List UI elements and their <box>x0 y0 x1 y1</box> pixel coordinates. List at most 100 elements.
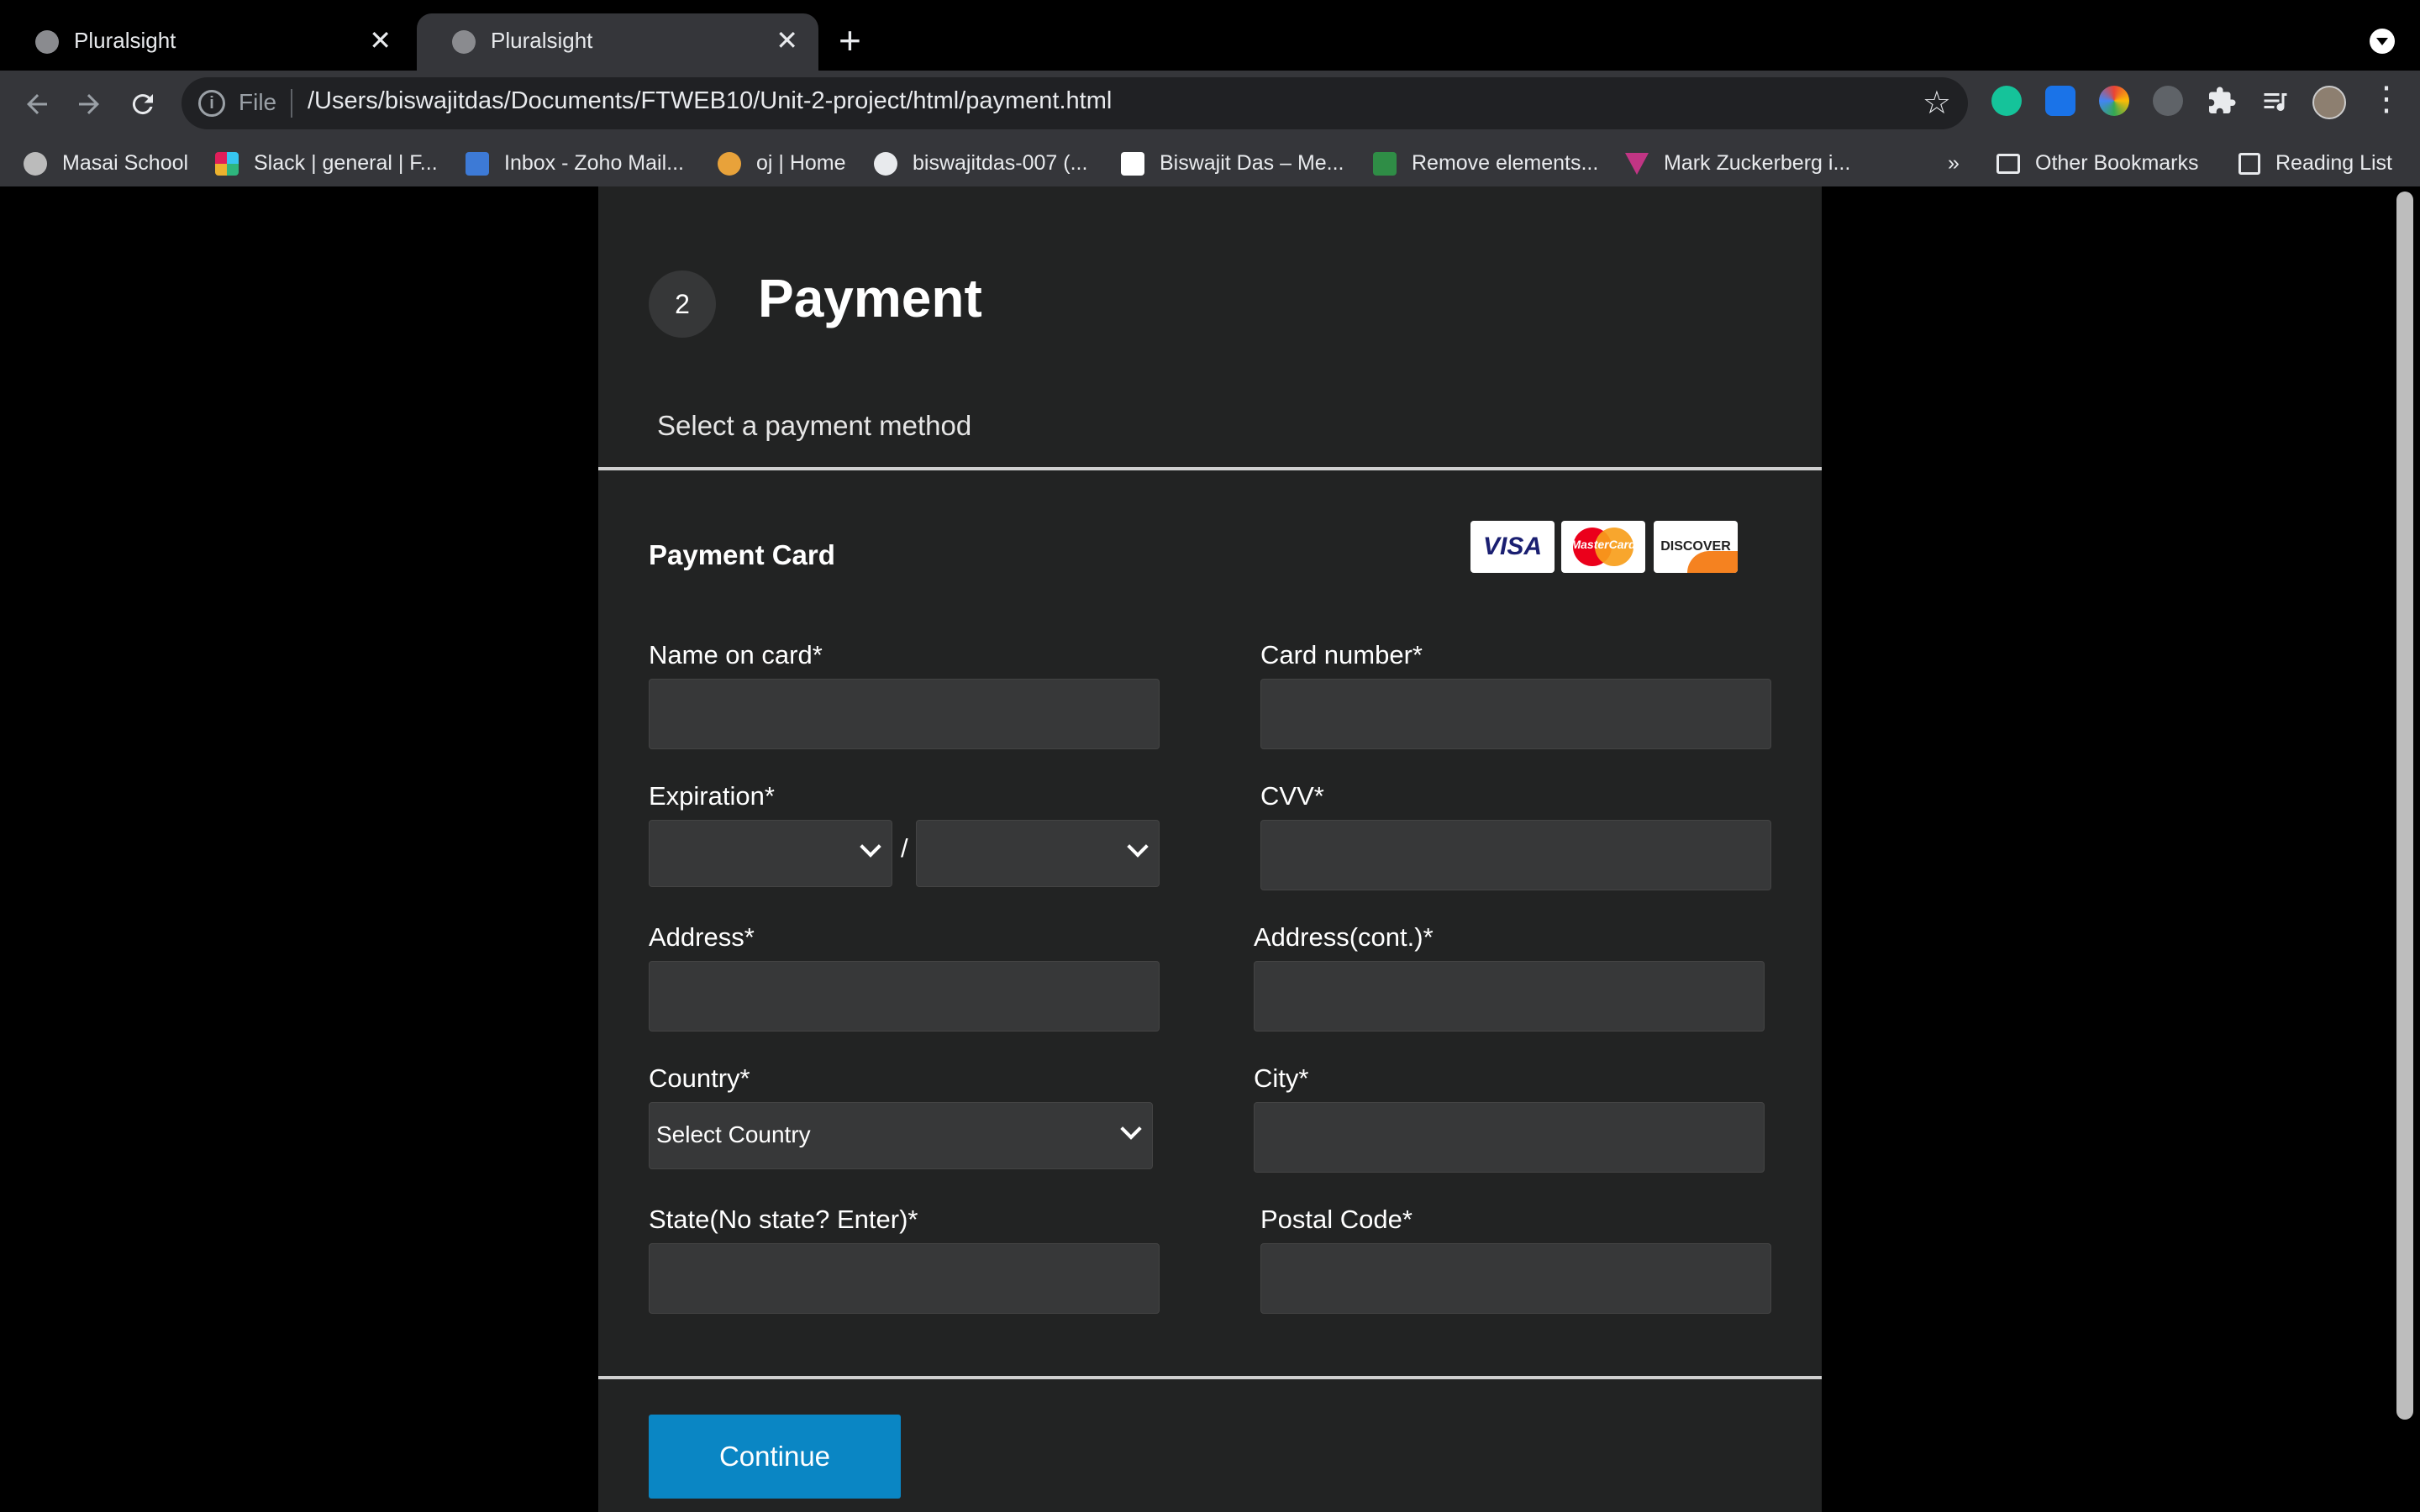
new-tab-button[interactable]: + <box>839 20 861 60</box>
continue-button[interactable]: Continue <box>649 1415 901 1499</box>
page-viewport: 2 Payment Select a payment method Paymen… <box>0 186 2420 1512</box>
expiration-year-select[interactable] <box>916 820 1160 887</box>
bookmark-mark-zuckerberg[interactable]: Mark Zuckerberg i... <box>1625 146 1850 180</box>
country-selected-value: Select Country <box>656 1121 811 1147</box>
forward-arrow-icon[interactable] <box>74 82 104 136</box>
bookmark-label: Masai School <box>62 151 189 175</box>
postal-code-input[interactable] <box>1260 1243 1771 1314</box>
card-number-label: Card number* <box>1260 640 1423 669</box>
other-bookmarks-folder[interactable]: Other Bookmarks <box>1996 146 2199 180</box>
name-on-card-input[interactable] <box>649 679 1160 749</box>
close-icon[interactable]: ✕ <box>776 24 798 57</box>
bookmark-label: biswajitdas-007 (... <box>913 151 1088 175</box>
address-bar[interactable]: i File /Users/biswajitdas/Documents/FTWE… <box>182 77 1968 129</box>
bookmark-extension-icon[interactable] <box>2045 86 2075 116</box>
oj-icon <box>718 152 741 176</box>
globe-icon <box>35 30 59 54</box>
bookmark-zoho-mail[interactable]: Inbox - Zoho Mail... <box>466 146 684 180</box>
tab-pluralsight-2[interactable]: Pluralsight ✕ <box>417 13 818 71</box>
bookmark-label: Other Bookmarks <box>2035 151 2199 175</box>
tab-pluralsight-1[interactable]: Pluralsight ✕ <box>0 13 412 71</box>
city-label: City* <box>1254 1063 1309 1093</box>
triangle-icon <box>1625 153 1649 176</box>
bookmark-geeksforgeeks[interactable]: Remove elements... <box>1373 146 1598 180</box>
discover-logo: DISCOVER <box>1654 521 1738 573</box>
bookmarks-bar: Masai School Slack | general | F... Inbo… <box>0 138 2420 188</box>
reading-list-button[interactable]: Reading List <box>2238 146 2392 180</box>
address-cont-label: Address(cont.)* <box>1254 922 1434 952</box>
bug-extension-icon[interactable] <box>2153 86 2183 116</box>
bookmark-github[interactable]: biswajitdas-007 (... <box>874 146 1087 180</box>
bookmark-label: Inbox - Zoho Mail... <box>504 151 684 175</box>
discover-orange-wedge <box>1687 551 1738 573</box>
address-input[interactable] <box>649 961 1160 1032</box>
grammarly-extension-icon[interactable] <box>1991 86 2022 116</box>
city-input[interactable] <box>1254 1102 1765 1173</box>
bookmark-label: Reading List <box>2275 151 2392 175</box>
name-on-card-label: Name on card* <box>649 640 823 669</box>
expiration-label: Expiration* <box>649 781 775 811</box>
expiration-month-select[interactable] <box>649 820 892 887</box>
tab-search-button[interactable] <box>2370 29 2395 54</box>
bookmark-label: Remove elements... <box>1412 151 1599 175</box>
bookmark-masai-school[interactable]: Masai School <box>24 146 188 180</box>
bookmark-label: oj | Home <box>756 151 846 175</box>
slack-icon <box>215 152 239 176</box>
bookmark-label: Biswajit Das – Me... <box>1160 151 1344 175</box>
scheme-label: File <box>239 89 277 115</box>
country-label: Country* <box>649 1063 750 1093</box>
globe-icon <box>24 152 47 176</box>
divider <box>598 467 1822 470</box>
github-icon <box>874 152 897 176</box>
page-scrollbar[interactable] <box>2396 192 2413 1420</box>
address-cont-input[interactable] <box>1254 961 1765 1032</box>
bookmarks-overflow-button[interactable]: » <box>1948 146 1960 180</box>
bookmark-medium[interactable]: Biswajit Das – Me... <box>1121 146 1344 180</box>
chevron-down-icon <box>1120 1118 1142 1140</box>
payment-method-prompt: Select a payment method <box>657 410 972 441</box>
state-label: State(No state? Enter)* <box>649 1205 918 1234</box>
tab-strip: Pluralsight ✕ Pluralsight ✕ + <box>0 0 2420 71</box>
tab-title: Pluralsight <box>74 28 176 53</box>
bookmark-star-icon[interactable]: ☆ <box>1923 84 1951 122</box>
back-arrow-icon[interactable] <box>22 82 52 136</box>
reading-list-icon <box>2238 153 2260 176</box>
divider <box>598 1376 1822 1379</box>
country-select[interactable]: Select Country <box>649 1102 1153 1169</box>
bookmark-label: Slack | general | F... <box>254 151 438 175</box>
info-icon[interactable]: i <box>198 90 225 117</box>
bookmark-slack[interactable]: Slack | general | F... <box>215 146 438 180</box>
postal-code-label: Postal Code* <box>1260 1205 1413 1234</box>
card-number-input[interactable] <box>1260 679 1771 749</box>
payment-panel: 2 Payment Select a payment method Paymen… <box>598 186 1822 1512</box>
page-title: Payment <box>758 268 982 328</box>
chevron-down-icon <box>1127 836 1149 858</box>
more-options-icon[interactable]: ⋮ <box>2370 82 2403 116</box>
browser-toolbar: i File /Users/biswajitdas/Documents/FTWE… <box>0 71 2420 200</box>
reading-queue-icon[interactable] <box>2260 86 2291 116</box>
color-picker-extension-icon[interactable] <box>2099 86 2129 116</box>
address-label: Address* <box>649 922 755 952</box>
divider <box>291 89 292 118</box>
discover-wordmark: DISCOVER <box>1660 539 1731 554</box>
visa-logo: VISA <box>1470 521 1555 573</box>
bookmark-oj-home[interactable]: oj | Home <box>718 146 846 180</box>
close-icon[interactable]: ✕ <box>369 24 392 57</box>
extensions-puzzle-icon[interactable] <box>2207 86 2237 116</box>
chevron-down-icon <box>860 836 881 858</box>
tab-title: Pluralsight <box>491 28 593 53</box>
state-input[interactable] <box>649 1243 1160 1314</box>
profile-avatar[interactable] <box>2312 86 2346 119</box>
section-title: Payment Card <box>649 539 835 570</box>
url-text[interactable]: /Users/biswajitdas/Documents/FTWEB10/Uni… <box>308 87 1112 115</box>
globe-icon <box>452 30 476 54</box>
medium-icon <box>1121 152 1144 176</box>
geeksforgeeks-icon <box>1373 152 1397 176</box>
reload-icon[interactable] <box>128 82 158 136</box>
cvv-input[interactable] <box>1260 820 1771 890</box>
bookmark-label: Mark Zuckerberg i... <box>1664 151 1851 175</box>
folder-icon <box>1996 154 2020 175</box>
step-number-badge: 2 <box>649 270 716 338</box>
mastercard-wordmark: MasterCard <box>1570 538 1636 551</box>
zoho-mail-icon <box>466 152 489 176</box>
